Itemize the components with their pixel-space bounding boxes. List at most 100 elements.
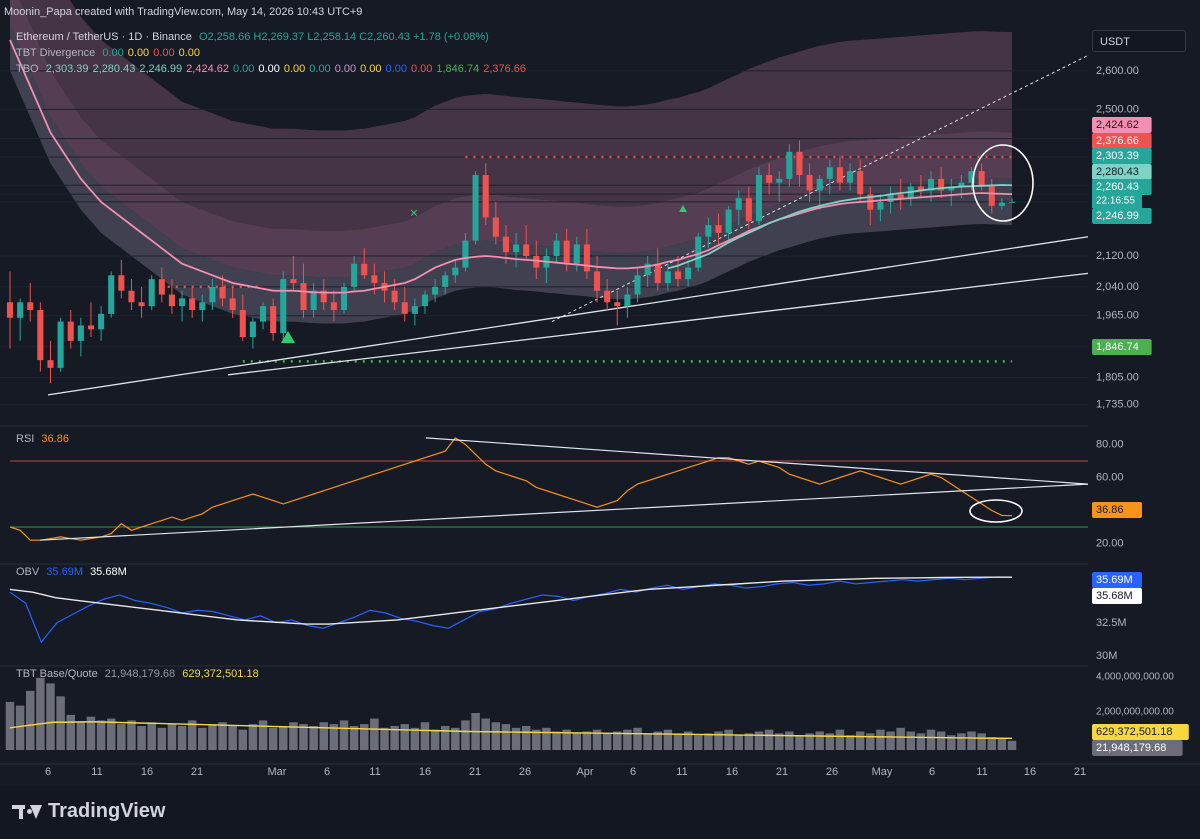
candle-body bbox=[47, 360, 54, 368]
time-tick-label: 16 bbox=[141, 766, 153, 778]
time-tick-label: Mar bbox=[268, 766, 287, 778]
base-quote-bar bbox=[896, 727, 905, 750]
base-quote-bar bbox=[764, 729, 774, 750]
base-quote-bar bbox=[866, 733, 875, 750]
base-quote-bar bbox=[724, 729, 733, 750]
price-tick-label: 1,805.00 bbox=[1096, 371, 1139, 383]
symbol-name[interactable]: Ethereum / TetherUS · 1D · Binance bbox=[16, 31, 192, 43]
obv-legend[interactable]: OBV 35.69M 35.68M bbox=[16, 566, 127, 578]
base-quote-bar bbox=[279, 725, 288, 750]
time-tick-label: 21 bbox=[469, 766, 481, 778]
base-quote-base-tag: 21,948,179.68 bbox=[1096, 742, 1166, 754]
candle-body bbox=[624, 294, 631, 307]
candle-body bbox=[847, 171, 854, 183]
tbo-value: 2,424.62 bbox=[186, 63, 229, 75]
candle-body bbox=[725, 209, 732, 233]
candle-body bbox=[108, 275, 115, 314]
base-quote-bar bbox=[248, 724, 258, 750]
base-quote-bar bbox=[440, 725, 450, 750]
candle-body bbox=[897, 194, 904, 199]
base-quote-bar bbox=[785, 731, 794, 750]
base-quote-bar bbox=[167, 724, 177, 750]
candle-body bbox=[533, 256, 540, 268]
candle-body bbox=[340, 286, 348, 310]
candle-body bbox=[179, 298, 186, 307]
candle-body bbox=[674, 271, 682, 280]
countdown-label: 22:16:55 bbox=[1096, 196, 1135, 207]
base-quote-bar bbox=[835, 729, 845, 750]
candle-body bbox=[27, 302, 34, 310]
tbo-value: 0.00 bbox=[385, 63, 407, 75]
tbo-value: 0.00 bbox=[283, 63, 306, 75]
tbo-values: 2,303.39 2,280.43 2,246.99 2,424.62 0.00 0.00… bbox=[42, 63, 526, 75]
rsi-tick-label: 20.00 bbox=[1096, 537, 1124, 549]
candle-body bbox=[6, 302, 14, 318]
base-quote-bar bbox=[663, 729, 673, 750]
base-quote-bar bbox=[370, 718, 379, 750]
base-quote-legend[interactable]: TBT Base/Quote 21,948,179.68 629,372,501… bbox=[16, 668, 259, 680]
tbo-legend[interactable]: TBO 2,303.39 2,280.43 2,246.99 2,424.62 0.00… bbox=[16, 63, 526, 75]
time-tick-label: 6 bbox=[324, 766, 330, 778]
base-quote-bar bbox=[997, 738, 1007, 750]
base-quote-quote-tag: 629,372,501.18 bbox=[1096, 726, 1172, 738]
obv-tick-label: 30M bbox=[1096, 650, 1117, 662]
candle-body bbox=[421, 294, 429, 307]
base-quote-bar bbox=[25, 690, 35, 750]
candle-body bbox=[998, 202, 1005, 206]
time-tick-label: 26 bbox=[519, 766, 531, 778]
base-quote-bar bbox=[420, 722, 430, 750]
base-quote-bar bbox=[542, 727, 551, 750]
candle-body bbox=[442, 275, 449, 287]
base-quote-bar bbox=[76, 722, 86, 750]
candle-body bbox=[229, 298, 236, 310]
candle-body bbox=[239, 310, 246, 337]
candle-body bbox=[87, 325, 95, 330]
cross-marker: × bbox=[410, 204, 418, 220]
candle-body bbox=[634, 275, 641, 295]
base-quote-bar bbox=[957, 733, 966, 750]
base-quote-bar bbox=[855, 731, 865, 750]
price-tick-label: 2,040.00 bbox=[1096, 281, 1139, 293]
base-quote-bar bbox=[552, 731, 561, 750]
rsi-legend[interactable]: RSI 36.86 bbox=[16, 433, 69, 445]
obv-label: OBV bbox=[16, 566, 40, 578]
candle-body bbox=[310, 290, 317, 310]
candle-body bbox=[219, 286, 226, 299]
base-quote-bar bbox=[36, 677, 45, 750]
base-quote-bar bbox=[613, 731, 622, 750]
obv-signal-tag: 35.68M bbox=[1096, 590, 1133, 602]
candle-body bbox=[361, 263, 368, 276]
time-tick-label: 26 bbox=[826, 766, 838, 778]
tbo-value: 0.00 bbox=[360, 63, 382, 75]
candle-body bbox=[745, 198, 752, 222]
footer-bar bbox=[0, 786, 1200, 839]
tbo-value: 0.00 bbox=[309, 63, 331, 75]
candle-body bbox=[806, 175, 813, 191]
base-quote-bar bbox=[96, 720, 106, 750]
price-tick-label: 2,500.00 bbox=[1096, 103, 1139, 115]
base-quote-bar bbox=[177, 725, 187, 750]
ohlc-values: O2,258.66 H2,269.37 L2,258.14 C2,260.43 … bbox=[198, 31, 489, 43]
tbt-divergence-legend[interactable]: TBT Divergence 0.00 0.00 0.00 0.00 bbox=[16, 47, 200, 59]
symbol-legend[interactable]: Ethereum / TetherUS · 1D · Binance O2,25… bbox=[16, 31, 489, 43]
candle-body bbox=[67, 321, 74, 341]
candle-body bbox=[573, 244, 580, 264]
price-tag: 2,424.62 bbox=[1096, 119, 1139, 131]
rsi-tick-label: 80.00 bbox=[1096, 438, 1124, 450]
candle-body bbox=[391, 290, 398, 303]
tbo-value: 0.00 bbox=[410, 63, 433, 75]
time-tick-label: 6 bbox=[45, 766, 51, 778]
candle-body bbox=[492, 217, 499, 237]
base-quote-bar bbox=[633, 727, 642, 750]
candle-body bbox=[816, 178, 823, 191]
currency-button[interactable]: USDT bbox=[1092, 30, 1186, 52]
price-tag: 2,376.66 bbox=[1096, 135, 1139, 147]
rsi-label: RSI bbox=[16, 433, 35, 445]
candle-body bbox=[249, 321, 256, 337]
base-quote-bar bbox=[359, 724, 369, 750]
candle-body bbox=[199, 302, 206, 310]
candle-body bbox=[330, 302, 337, 310]
tradingview-wordmark: TradingView bbox=[48, 800, 166, 822]
price-tick-label: 2,600.00 bbox=[1096, 65, 1139, 77]
tradingview-logo[interactable]: TradingView bbox=[12, 800, 165, 823]
